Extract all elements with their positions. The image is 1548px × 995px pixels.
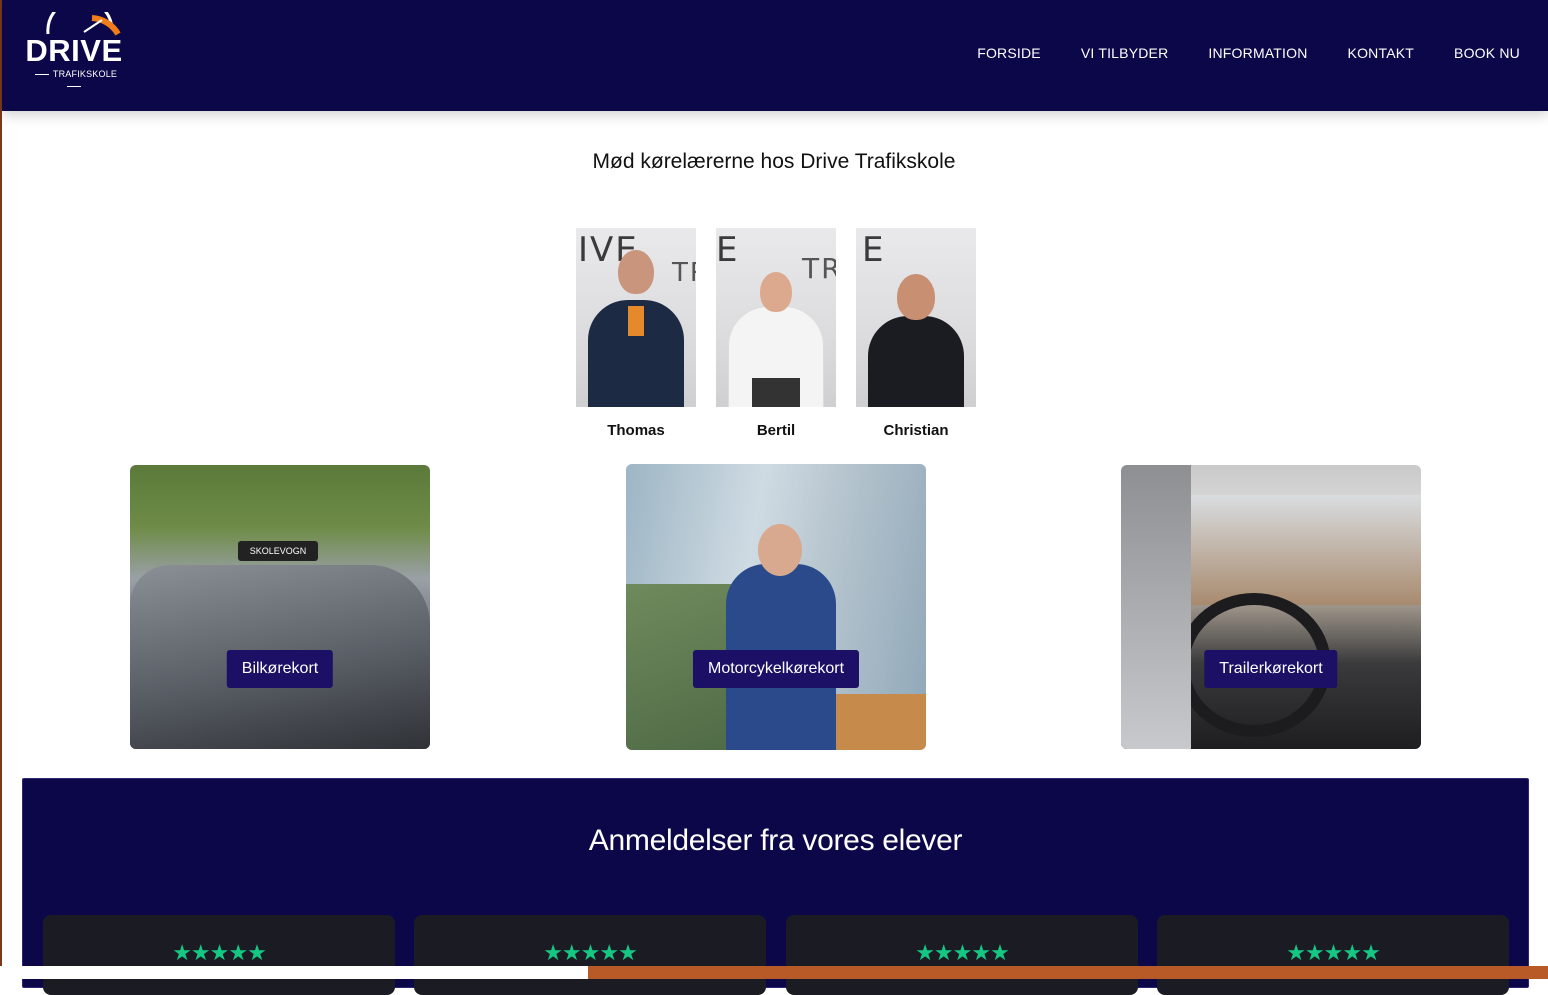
page-bottom-edge [0, 966, 588, 979]
site-header: DRIVE TRAFIKSKOLE FORSIDE VI TILBYDER IN… [2, 0, 1548, 111]
nav-item-book-nu[interactable]: BOOK NU [1454, 43, 1520, 63]
drive-logo[interactable]: DRIVE TRAFIKSKOLE [22, 12, 126, 84]
nav-item-kontakt[interactable]: KONTAKT [1348, 43, 1414, 63]
bilkoerekort-button[interactable]: Bilkørekort [226, 650, 334, 688]
logo-tagline: TRAFIKSKOLE [22, 68, 126, 92]
nav-item-forside[interactable]: FORSIDE [977, 43, 1041, 63]
review-card: ★★★★★ [1157, 915, 1509, 995]
trailerkoerekort-button[interactable]: Trailerkørekort [1204, 650, 1338, 688]
instructor-name: Bertil [756, 422, 796, 439]
nav-item-vi-tilbyder[interactable]: VI TILBYDER [1081, 43, 1169, 63]
instructor-photo: IVE TR [576, 228, 696, 407]
instructor-name: Christian [883, 422, 949, 439]
main-nav: FORSIDE VI TILBYDER INFORMATION KONTAKT … [977, 43, 1520, 63]
instructor-card: IVE TR Thomas [576, 228, 696, 440]
course-card-bil[interactable]: SKOLEVOGN Bilkørekort [130, 465, 430, 749]
review-card: ★★★★★ [414, 915, 766, 995]
instructor-card: E Christian [856, 228, 976, 440]
motorcykelkoerekort-button[interactable]: Motorcykelkørekort [692, 650, 860, 688]
course-card-trailer[interactable]: Trailerkørekort [1121, 465, 1421, 749]
reviews-section: Anmeldelser fra vores elever ★★★★★ ★★★★★… [22, 778, 1529, 995]
instructor-name: Thomas [607, 422, 665, 439]
instructor-photo: E TRA [716, 228, 836, 407]
instructor-photo: E [856, 228, 976, 407]
star-rating-icon: ★★★★★ [1286, 940, 1381, 965]
instructor-card: E TRA Bertil [716, 228, 836, 440]
star-rating-icon: ★★★★★ [172, 940, 267, 965]
reviews-title: Anmeldelser fra vores elever [588, 824, 963, 857]
nav-item-information[interactable]: INFORMATION [1208, 43, 1307, 63]
course-card-motorcykel[interactable]: Motorcykelkørekort [626, 464, 926, 750]
instructors-title: Mød kørelærerne hos Drive Trafikskole [592, 150, 956, 173]
logo-wordmark: DRIVE [25, 33, 123, 68]
star-rating-icon: ★★★★★ [915, 940, 1010, 965]
star-rating-icon: ★★★★★ [543, 940, 638, 965]
review-card: ★★★★★ [43, 915, 395, 995]
review-card: ★★★★★ [786, 915, 1138, 995]
cookie-bar-edge[interactable] [588, 966, 1548, 979]
